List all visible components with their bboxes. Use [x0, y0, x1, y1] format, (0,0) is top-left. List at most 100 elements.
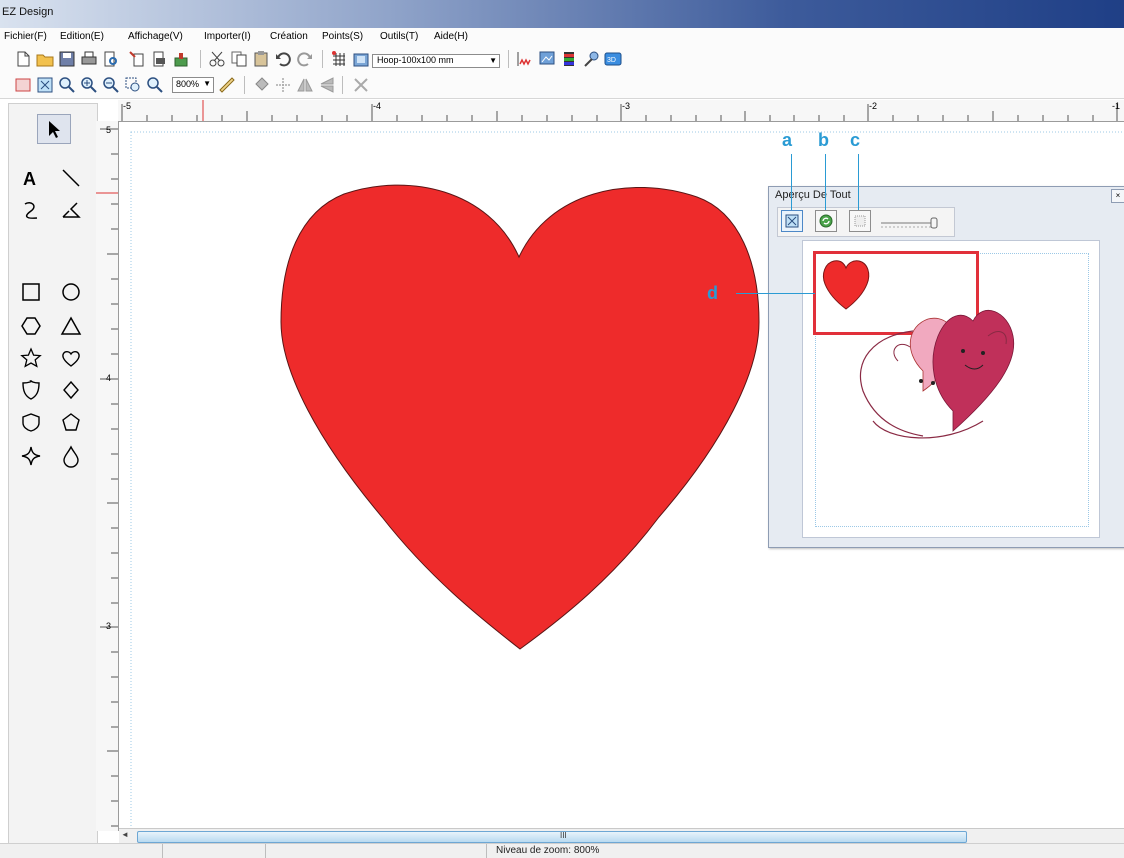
close-icon[interactable]: ×: [1111, 189, 1124, 203]
preview-drawing: [822, 260, 1015, 439]
thread-color-icon[interactable]: [560, 50, 578, 68]
window-title: EZ Design: [2, 6, 54, 18]
menu-fichier[interactable]: Fichier(F): [4, 31, 47, 42]
diamond-tool[interactable]: [55, 376, 87, 404]
zoom-area-icon[interactable]: [124, 76, 142, 94]
sparkle-tool[interactable]: [15, 442, 47, 470]
export-icon[interactable]: [150, 50, 168, 68]
callout-line-d: [736, 293, 815, 294]
stitch-image-icon[interactable]: [538, 50, 556, 68]
scroll-thumb[interactable]: III: [137, 831, 967, 843]
sparkle-icon: [21, 446, 41, 466]
fill-color-icon[interactable]: [252, 76, 270, 94]
ruler-label: -2: [869, 101, 878, 111]
pentagon-tool[interactable]: [55, 408, 87, 436]
status-bar: Niveau de zoom: 800%: [0, 843, 1124, 858]
menu-edition[interactable]: Edition(E): [60, 31, 104, 42]
toolbar-separator: [342, 76, 343, 94]
circle-icon: [62, 283, 80, 301]
delete-icon[interactable]: [352, 76, 370, 94]
view-3d-icon[interactable]: 3D: [604, 50, 622, 68]
zoom-in-icon[interactable]: [80, 76, 98, 94]
status-cell: [0, 844, 163, 858]
polyline-tool[interactable]: [55, 196, 87, 224]
fit-view-button[interactable]: [781, 210, 803, 232]
select-tool[interactable]: [37, 114, 71, 144]
menu-importer[interactable]: Importer(I): [204, 31, 251, 42]
svg-text:3D: 3D: [607, 57, 616, 64]
zoom-icon[interactable]: [58, 76, 76, 94]
grid-icon[interactable]: [330, 50, 348, 68]
cut-icon[interactable]: [208, 50, 226, 68]
hexagon-icon: [21, 317, 41, 335]
flip-horizontal-icon[interactable]: [296, 76, 314, 94]
line-tool[interactable]: [55, 164, 87, 192]
diamond-icon: [63, 380, 79, 400]
scroll-left-arrow-icon[interactable]: ◄: [121, 830, 129, 839]
paste-icon[interactable]: [252, 50, 270, 68]
shield-icon: [22, 380, 40, 400]
ruler-label: -3: [622, 101, 631, 111]
fit-to-window-icon[interactable]: [36, 76, 54, 94]
new-file-icon[interactable]: [14, 50, 32, 68]
menu-aide[interactable]: Aide(H): [434, 31, 468, 42]
refresh-button[interactable]: [815, 210, 837, 232]
drop-tool[interactable]: [55, 442, 87, 470]
zoom-slider-icon[interactable]: [930, 217, 938, 229]
horizontal-ruler: -5 -4 -3 -2 -1: [118, 100, 1124, 122]
hexagon-tool[interactable]: [15, 312, 47, 340]
open-folder-icon[interactable]: [36, 50, 54, 68]
callout-d: d: [707, 283, 718, 303]
heart-shape[interactable]: [280, 184, 760, 650]
ruler-label: -4: [373, 101, 382, 111]
zoom-select[interactable]: 800% ▼: [172, 77, 214, 93]
zoom-slider[interactable]: [877, 217, 941, 229]
circle-tool[interactable]: [55, 278, 87, 306]
heart-tool[interactable]: [55, 344, 87, 372]
ruler-ticks: [96, 128, 118, 827]
wizard-icon[interactable]: [582, 50, 600, 68]
zoom-actual-icon[interactable]: [146, 76, 164, 94]
text-tool[interactable]: A: [15, 164, 47, 192]
move-center-icon[interactable]: [274, 76, 292, 94]
menu-outils[interactable]: Outils(T): [380, 31, 418, 42]
callout-b: b: [818, 130, 829, 150]
ruler-label: 5: [106, 125, 112, 135]
print-preview-icon[interactable]: [102, 50, 120, 68]
redo-icon[interactable]: [296, 50, 314, 68]
background-image-icon[interactable]: [14, 76, 32, 94]
undo-icon[interactable]: [274, 50, 292, 68]
import-design-icon[interactable]: [128, 50, 146, 68]
ruler-label: 3: [106, 621, 112, 631]
square-tool[interactable]: [15, 278, 47, 306]
preview-small-heart: [822, 260, 870, 310]
menu-points[interactable]: Points(S): [322, 31, 363, 42]
hoop-select[interactable]: Hoop-100x100 mm ▼: [372, 54, 500, 68]
copy-icon[interactable]: [230, 50, 248, 68]
toolbar-separator: [322, 50, 323, 68]
triangle-tool[interactable]: [55, 312, 87, 340]
horizontal-scrollbar[interactable]: ◄ III: [119, 828, 1124, 844]
print-icon[interactable]: [80, 50, 98, 68]
stitch-simulator-icon[interactable]: [516, 50, 534, 68]
star-tool[interactable]: [15, 344, 47, 372]
badge-icon: [22, 413, 40, 432]
hoop-icon[interactable]: [352, 50, 370, 68]
star-icon: [20, 347, 42, 368]
zoom-out-icon[interactable]: [102, 76, 120, 94]
menu-affichage[interactable]: Affichage(V): [128, 31, 183, 42]
curve-tool[interactable]: [15, 196, 47, 224]
save-icon[interactable]: [58, 50, 76, 68]
flip-vertical-icon[interactable]: [318, 76, 336, 94]
send-to-machine-icon[interactable]: [172, 50, 190, 68]
view-toolbar: 800% ▼: [0, 72, 1124, 99]
menu-creation[interactable]: Création: [270, 31, 308, 42]
shield-tool[interactable]: [15, 376, 47, 404]
show-stitches-button[interactable]: [849, 210, 871, 232]
title-bar: EZ Design: [0, 0, 1124, 28]
preview-view-area[interactable]: [802, 240, 1100, 538]
grip-icon: III: [560, 831, 567, 840]
badge-tool[interactable]: [15, 408, 47, 436]
ruler-label: 4: [106, 373, 112, 383]
measure-icon[interactable]: [218, 76, 236, 94]
